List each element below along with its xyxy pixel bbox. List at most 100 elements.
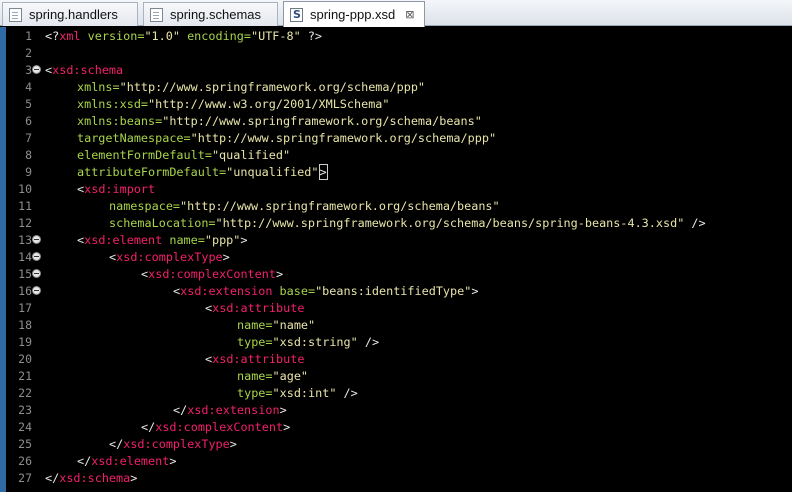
code-line[interactable]: 16 <xsd:extension base="beans:identifiedT… xyxy=(0,283,792,300)
xsd-file-icon: S xyxy=(290,7,303,22)
line-number: 16 xyxy=(18,284,32,298)
file-icon xyxy=(9,7,22,22)
code-line[interactable]: 18 name="name" xyxy=(0,317,792,334)
code-line[interactable]: 22 type="xsd:int" /> xyxy=(0,385,792,402)
code-line[interactable]: 14 <xsd:complexType> xyxy=(0,249,792,266)
token-tag: xsd:extension xyxy=(187,403,280,417)
code-line[interactable]: 23 </xsd:extension> xyxy=(0,402,792,419)
line-number: 13 xyxy=(18,233,32,247)
line-number: 8 xyxy=(25,148,32,162)
code-line[interactable]: 24 </xsd:complexContent> xyxy=(0,419,792,436)
xml-source-editor[interactable]: 1 <?xml version="1.0" encoding="UTF-8" ?>… xyxy=(0,27,792,492)
code-line[interactable]: 4 xmlns="http://www.springframework.org/s… xyxy=(0,79,792,96)
code-line[interactable]: 8 elementFormDefault="qualified" xyxy=(0,147,792,164)
code-line[interactable]: 13 <xsd:element name="ppp"> xyxy=(0,232,792,249)
token-br: /> xyxy=(336,386,358,400)
token-br: > xyxy=(240,233,248,247)
tab-label: spring.schemas xyxy=(170,7,262,22)
code-line[interactable]: 27 </xsd:schema> xyxy=(0,470,792,487)
collapse-icon[interactable] xyxy=(32,269,41,278)
code-line[interactable]: 2 xyxy=(0,45,792,62)
line-number: 11 xyxy=(18,199,32,213)
token-caret: > xyxy=(318,164,328,180)
code-line[interactable]: 20 <xsd:attribute xyxy=(0,351,792,368)
code-line[interactable]: 5 xmlns:xsd="http://www.w3.org/2001/XMLSc… xyxy=(0,96,792,113)
line-number: 3 xyxy=(25,63,32,77)
code-line[interactable]: 26 </xsd:element> xyxy=(0,453,792,470)
token-pi: version= xyxy=(80,29,145,43)
code-line[interactable]: 15 <xsd:complexContent> xyxy=(0,266,792,283)
code-line[interactable]: 17 <xsd:attribute xyxy=(0,300,792,317)
token-attr: xmlns= xyxy=(77,80,120,94)
code-line[interactable]: 12 schemaLocation="http://www.springframe… xyxy=(0,215,792,232)
code-line[interactable]: 21 name="age" xyxy=(0,368,792,385)
code-line[interactable]: 25 </xsd:complexType> xyxy=(0,436,792,453)
code-text: xmlns:beans="http://www.springframework.… xyxy=(77,113,482,130)
collapse-icon[interactable] xyxy=(32,65,41,74)
token-br: > xyxy=(471,284,479,298)
tab-spring-handlers[interactable]: spring.handlers xyxy=(2,2,138,26)
line-number: 19 xyxy=(18,335,32,349)
code-text: <xsd:complexContent> xyxy=(141,266,283,283)
line-number: 22 xyxy=(18,386,32,400)
editor-tab-bar: spring.handlers spring.schemas S spring-… xyxy=(0,0,792,27)
line-number: 10 xyxy=(18,182,32,196)
line-number: 1 xyxy=(25,29,32,43)
code-line[interactable]: 19 type="xsd:string" /> xyxy=(0,334,792,351)
token-attr: attributeFormDefault= xyxy=(77,165,227,179)
line-number: 20 xyxy=(18,352,32,366)
token-tag: xsd:import xyxy=(84,182,156,196)
collapse-icon[interactable] xyxy=(32,252,41,261)
code-line[interactable]: 3 <xsd:schema xyxy=(0,62,792,79)
token-val: "http://www.springframework.org/schema/p… xyxy=(119,80,426,94)
line-number: 23 xyxy=(18,403,32,417)
token-attr: namespace= xyxy=(109,199,181,213)
code-line[interactable]: 6 xmlns:beans="http://www.springframework… xyxy=(0,113,792,130)
token-tag: xsd:complexType xyxy=(123,437,230,451)
code-line[interactable]: 10 <xsd:import xyxy=(0,181,792,198)
tab-spring-ppp-xsd[interactable]: S spring-ppp.xsd ⊠ xyxy=(283,1,425,27)
token-attr: xmlns:xsd= xyxy=(77,97,149,111)
code-text: attributeFormDefault="unqualified"> xyxy=(77,164,328,181)
token-val: "1.0" xyxy=(144,29,180,43)
token-attr: type= xyxy=(237,386,273,400)
line-number: 21 xyxy=(18,369,32,383)
token-br: </ xyxy=(173,403,188,417)
token-tag: xsd:complexContent xyxy=(155,420,284,434)
close-icon[interactable]: ⊠ xyxy=(405,8,414,21)
line-number: 15 xyxy=(18,267,32,281)
code-text: xmlns:xsd="http://www.w3.org/2001/XMLSch… xyxy=(77,96,390,113)
token-br: ?> xyxy=(300,29,323,43)
token-br: > xyxy=(222,250,230,264)
token-val: "UTF-8" xyxy=(251,29,301,43)
code-text: <xsd:complexType> xyxy=(109,249,230,266)
line-number: 26 xyxy=(18,454,32,468)
token-val: "beans:identifiedType" xyxy=(315,284,472,298)
code-text: <?xml version="1.0" encoding="UTF-8" ?> xyxy=(45,28,322,45)
token-val: "unqualified" xyxy=(226,165,319,179)
token-br: > xyxy=(130,471,138,485)
collapse-icon[interactable] xyxy=(32,235,41,244)
tab-label: spring.handlers xyxy=(29,7,118,22)
code-line[interactable]: 7 targetNamespace="http://www.springframe… xyxy=(0,130,792,147)
token-val: "name" xyxy=(272,318,316,332)
code-text: namespace="http://www.springframework.or… xyxy=(109,198,500,215)
code-text: <xsd:import xyxy=(77,181,155,198)
line-number: 12 xyxy=(18,216,32,230)
tab-spring-schemas[interactable]: spring.schemas xyxy=(143,2,278,26)
token-br: /> xyxy=(684,216,706,230)
code-text: </xsd:complexContent> xyxy=(141,419,290,436)
token-br: <? xyxy=(45,29,60,43)
code-line[interactable]: 9 attributeFormDefault="unqualified"> xyxy=(0,164,792,181)
file-icon xyxy=(150,7,163,22)
collapse-icon[interactable] xyxy=(32,286,41,295)
token-br: </ xyxy=(141,420,156,434)
code-text: <xsd:schema xyxy=(45,62,123,79)
code-text: </xsd:schema> xyxy=(45,470,137,487)
line-number: 2 xyxy=(25,46,32,60)
token-val: "http://www.springframework.org/schema/b… xyxy=(162,114,482,128)
code-line[interactable]: 11 namespace="http://www.springframework.… xyxy=(0,198,792,215)
code-text: name="name" xyxy=(237,317,315,334)
code-line[interactable]: 1 <?xml version="1.0" encoding="UTF-8" ?> xyxy=(0,28,792,45)
code-text: </xsd:complexType> xyxy=(109,436,237,453)
